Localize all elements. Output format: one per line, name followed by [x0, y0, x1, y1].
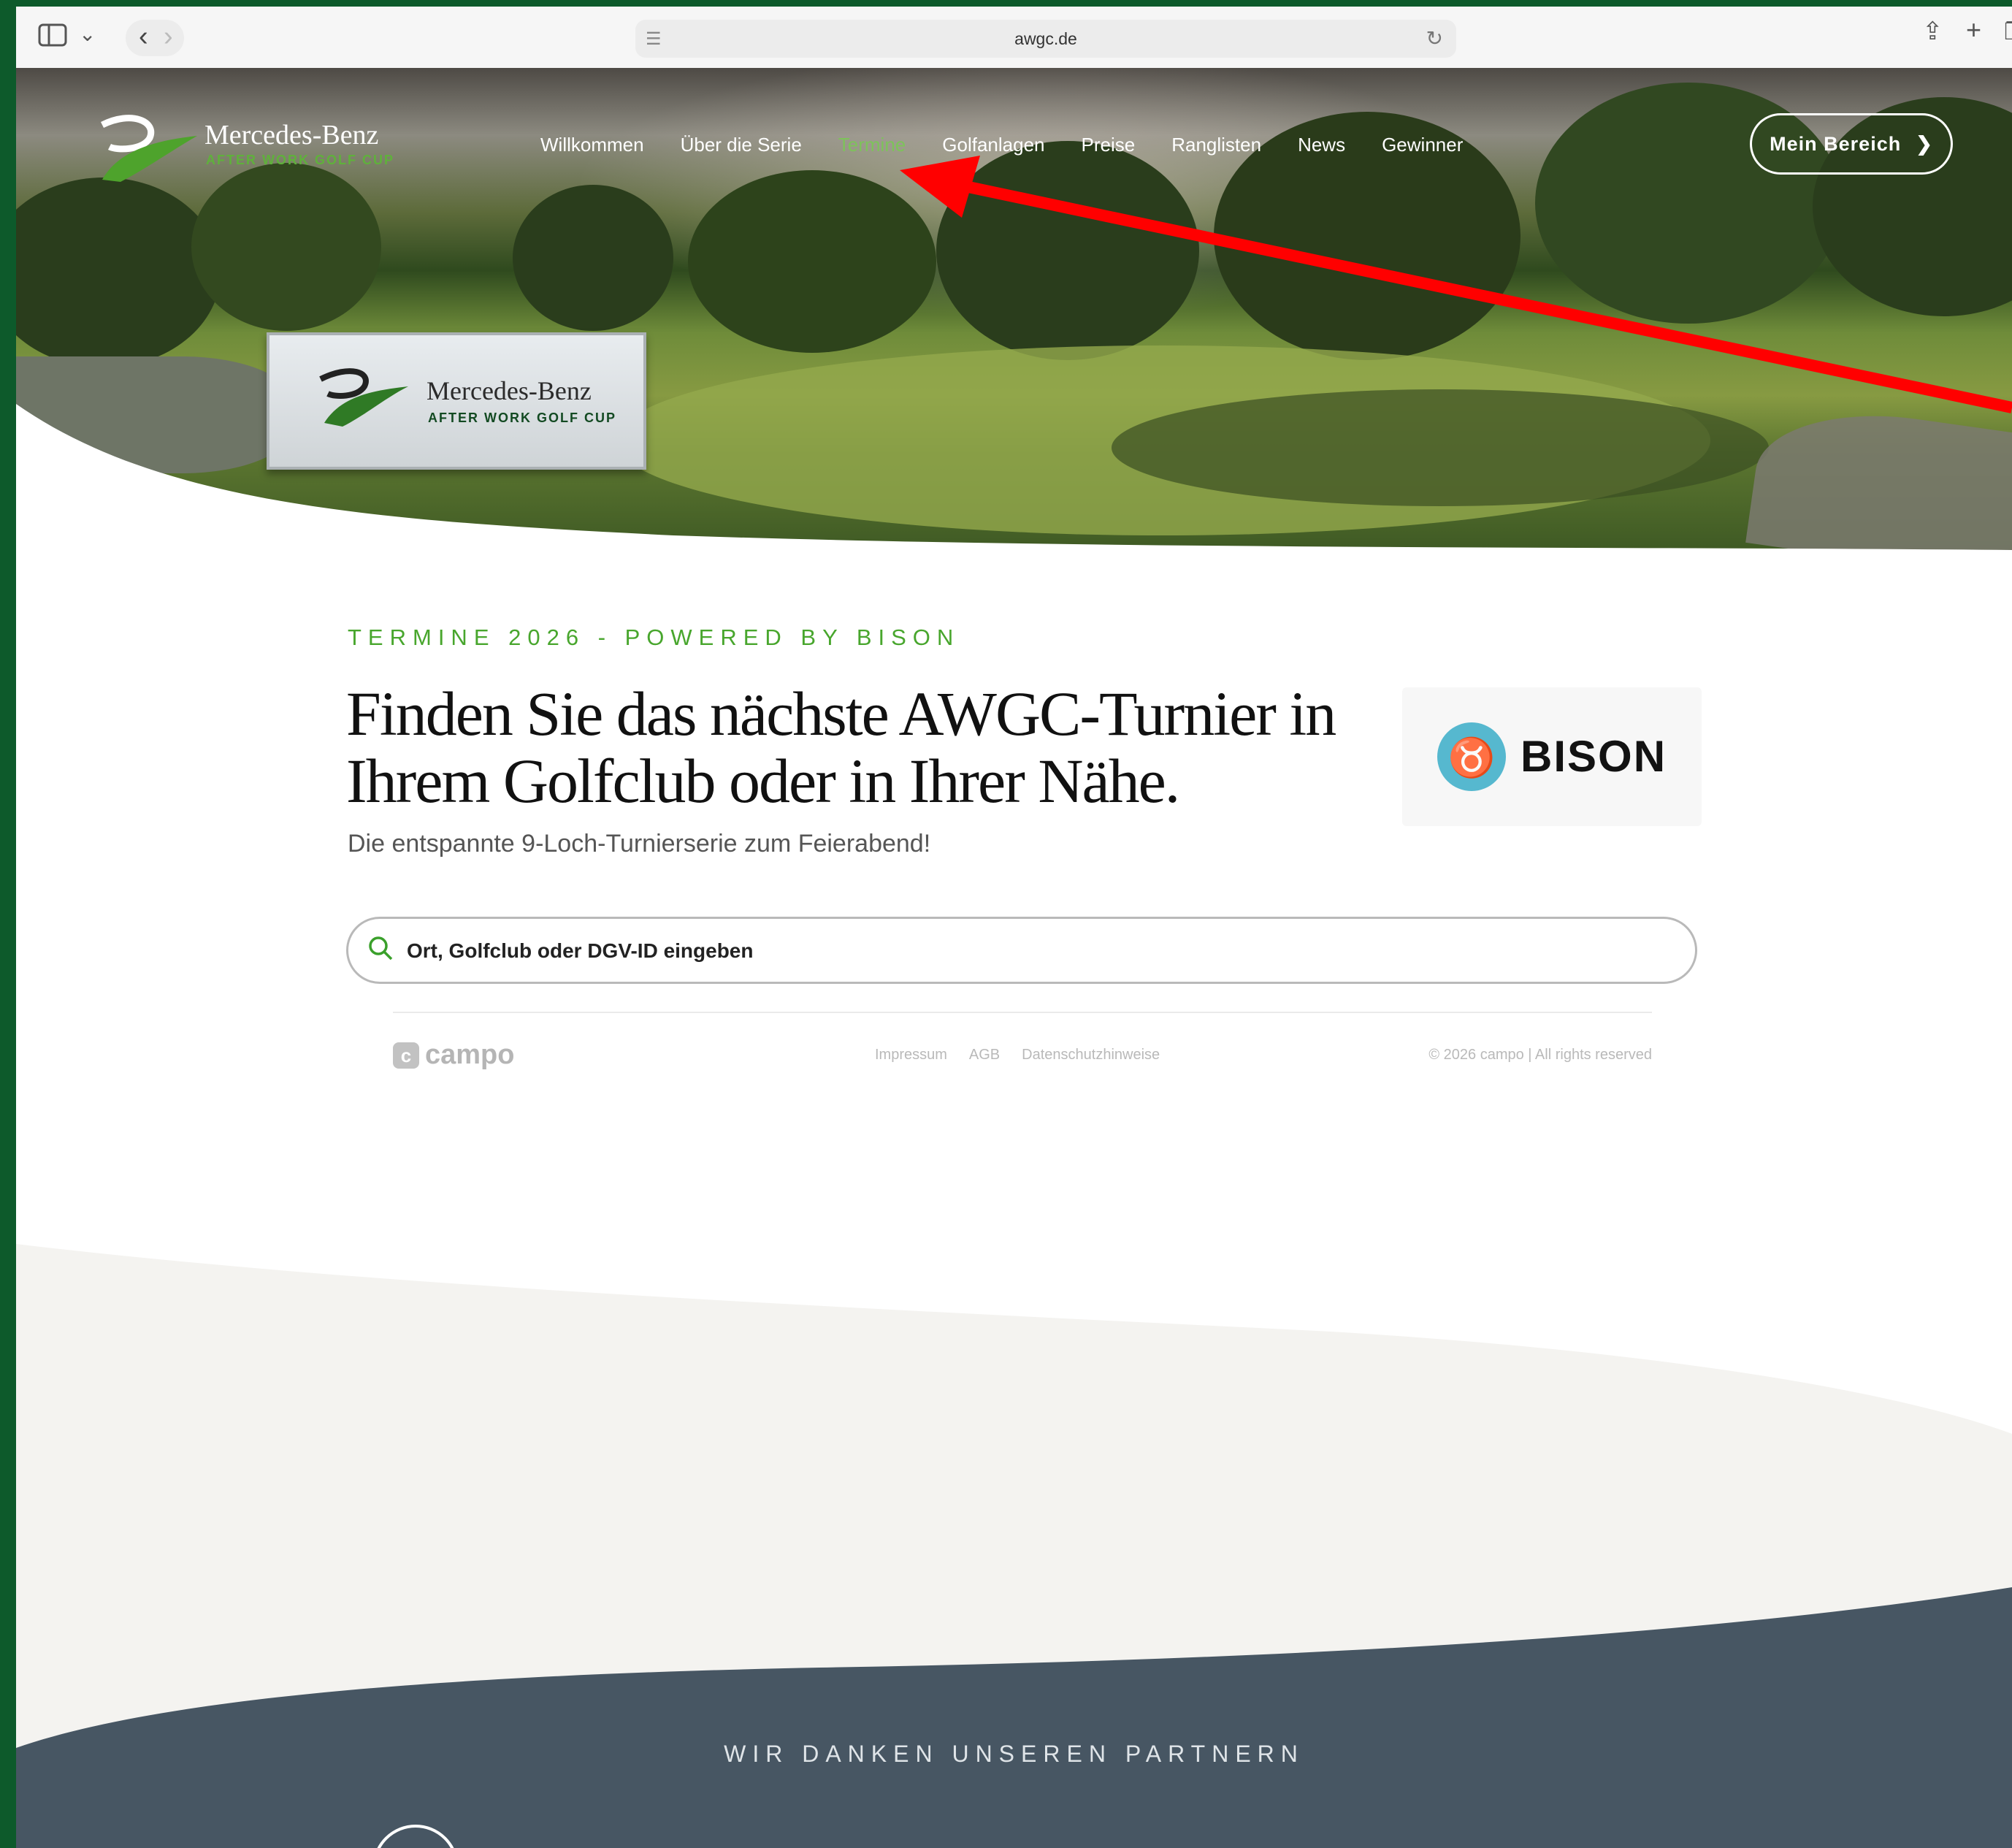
- title-line-1: Finden Sie das nächste AWGC-Turnier in: [346, 679, 1336, 749]
- search-placeholder: Ort, Golfclub oder DGV-ID eingeben: [407, 939, 754, 962]
- annotation-arrow: [900, 156, 2012, 413]
- page-title: Finden Sie das nächste AWGC-Turnier in I…: [346, 680, 1369, 814]
- link-datenschutz[interactable]: Datenschutzhinweise: [1022, 1047, 1160, 1064]
- sponsor-name: BISON: [1521, 732, 1667, 781]
- back-icon[interactable]: ‹: [139, 22, 148, 51]
- copyright: © 2026 campo | All rights reserved: [1428, 1047, 1652, 1063]
- plus-icon[interactable]: +: [1966, 15, 1981, 45]
- partners-title: WIR DANKEN UNSEREN PARTNERN: [724, 1741, 1304, 1767]
- bison-icon: ♉: [1437, 722, 1506, 791]
- url-text: awgc.de: [1014, 29, 1077, 48]
- campo-logo[interactable]: c campo: [393, 1039, 514, 1071]
- page-subtitle: Die entspannte 9-Loch-Turnierserie zum F…: [348, 830, 931, 858]
- sidebar-icon[interactable]: [38, 23, 67, 47]
- forward-icon[interactable]: ›: [164, 22, 173, 51]
- browser-toolbar: ⌄ ‹ › ☰ awgc.de ↻ ⇪ + ❐: [16, 7, 2012, 69]
- reload-icon[interactable]: ↻: [1426, 26, 1443, 50]
- divider: [393, 1012, 1652, 1013]
- embed-footer-links: Impressum AGB Datenschutzhinweise: [875, 1047, 1160, 1064]
- page: Mercedes-Benz AFTER WORK GOLF CUP Merced…: [16, 68, 2012, 1848]
- campo-icon: c: [393, 1042, 419, 1069]
- tabs-icon[interactable]: ❐: [2004, 17, 2012, 46]
- link-agb[interactable]: AGB: [969, 1047, 1000, 1064]
- history-nav: ‹ ›: [126, 20, 184, 56]
- sponsor-logo[interactable]: ♉ BISON: [1402, 687, 1702, 826]
- section-kicker: TERMINE 2026 - POWERED BY BISON: [348, 625, 960, 650]
- title-line-2: Ihrem Golfclub oder in Ihrer Nähe.: [346, 746, 1180, 816]
- campo-wordmark: campo: [425, 1039, 515, 1070]
- address-bar[interactable]: ☰ awgc.de ↻: [635, 20, 1456, 58]
- search-input[interactable]: Ort, Golfclub oder DGV-ID eingeben: [346, 917, 1697, 984]
- chevron-down-icon[interactable]: ⌄: [79, 20, 96, 49]
- search-icon: [369, 936, 393, 961]
- share-icon[interactable]: ⇪: [1922, 17, 1943, 46]
- link-impressum[interactable]: Impressum: [875, 1047, 947, 1064]
